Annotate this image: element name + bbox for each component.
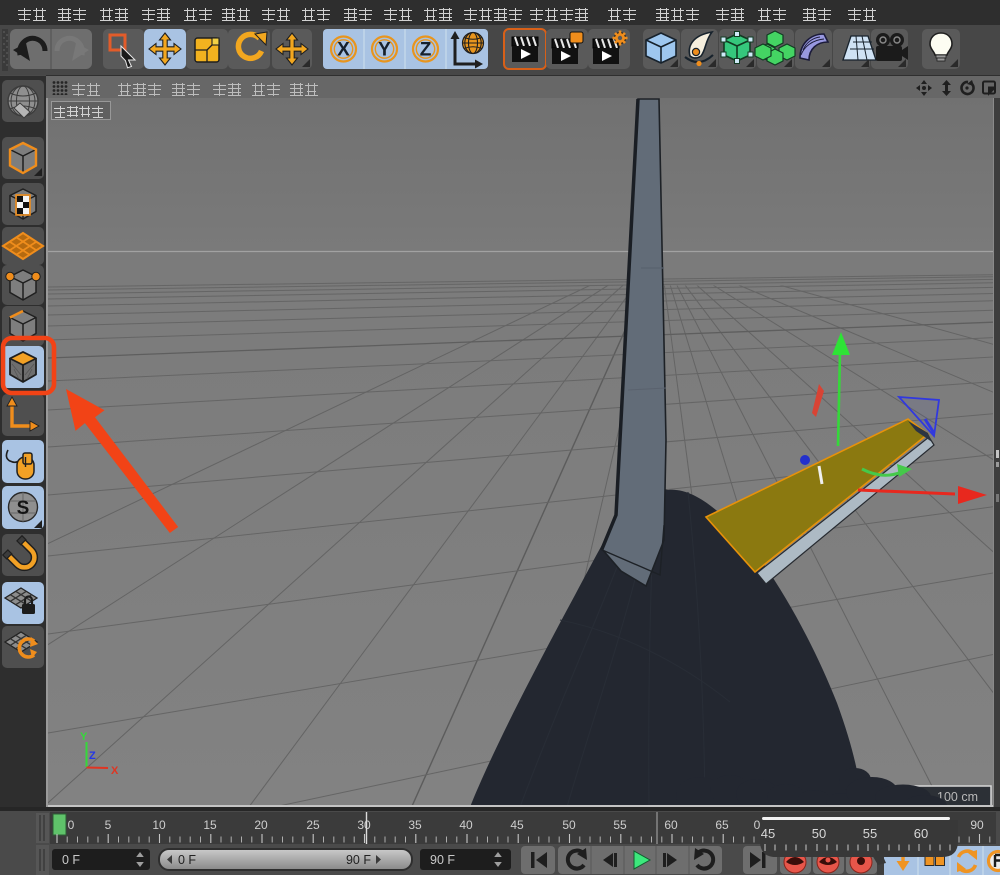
svg-text:45: 45 — [761, 826, 775, 841]
svg-text:60: 60 — [914, 826, 928, 841]
svg-text:55: 55 — [863, 826, 877, 841]
svg-text:50: 50 — [812, 826, 826, 841]
